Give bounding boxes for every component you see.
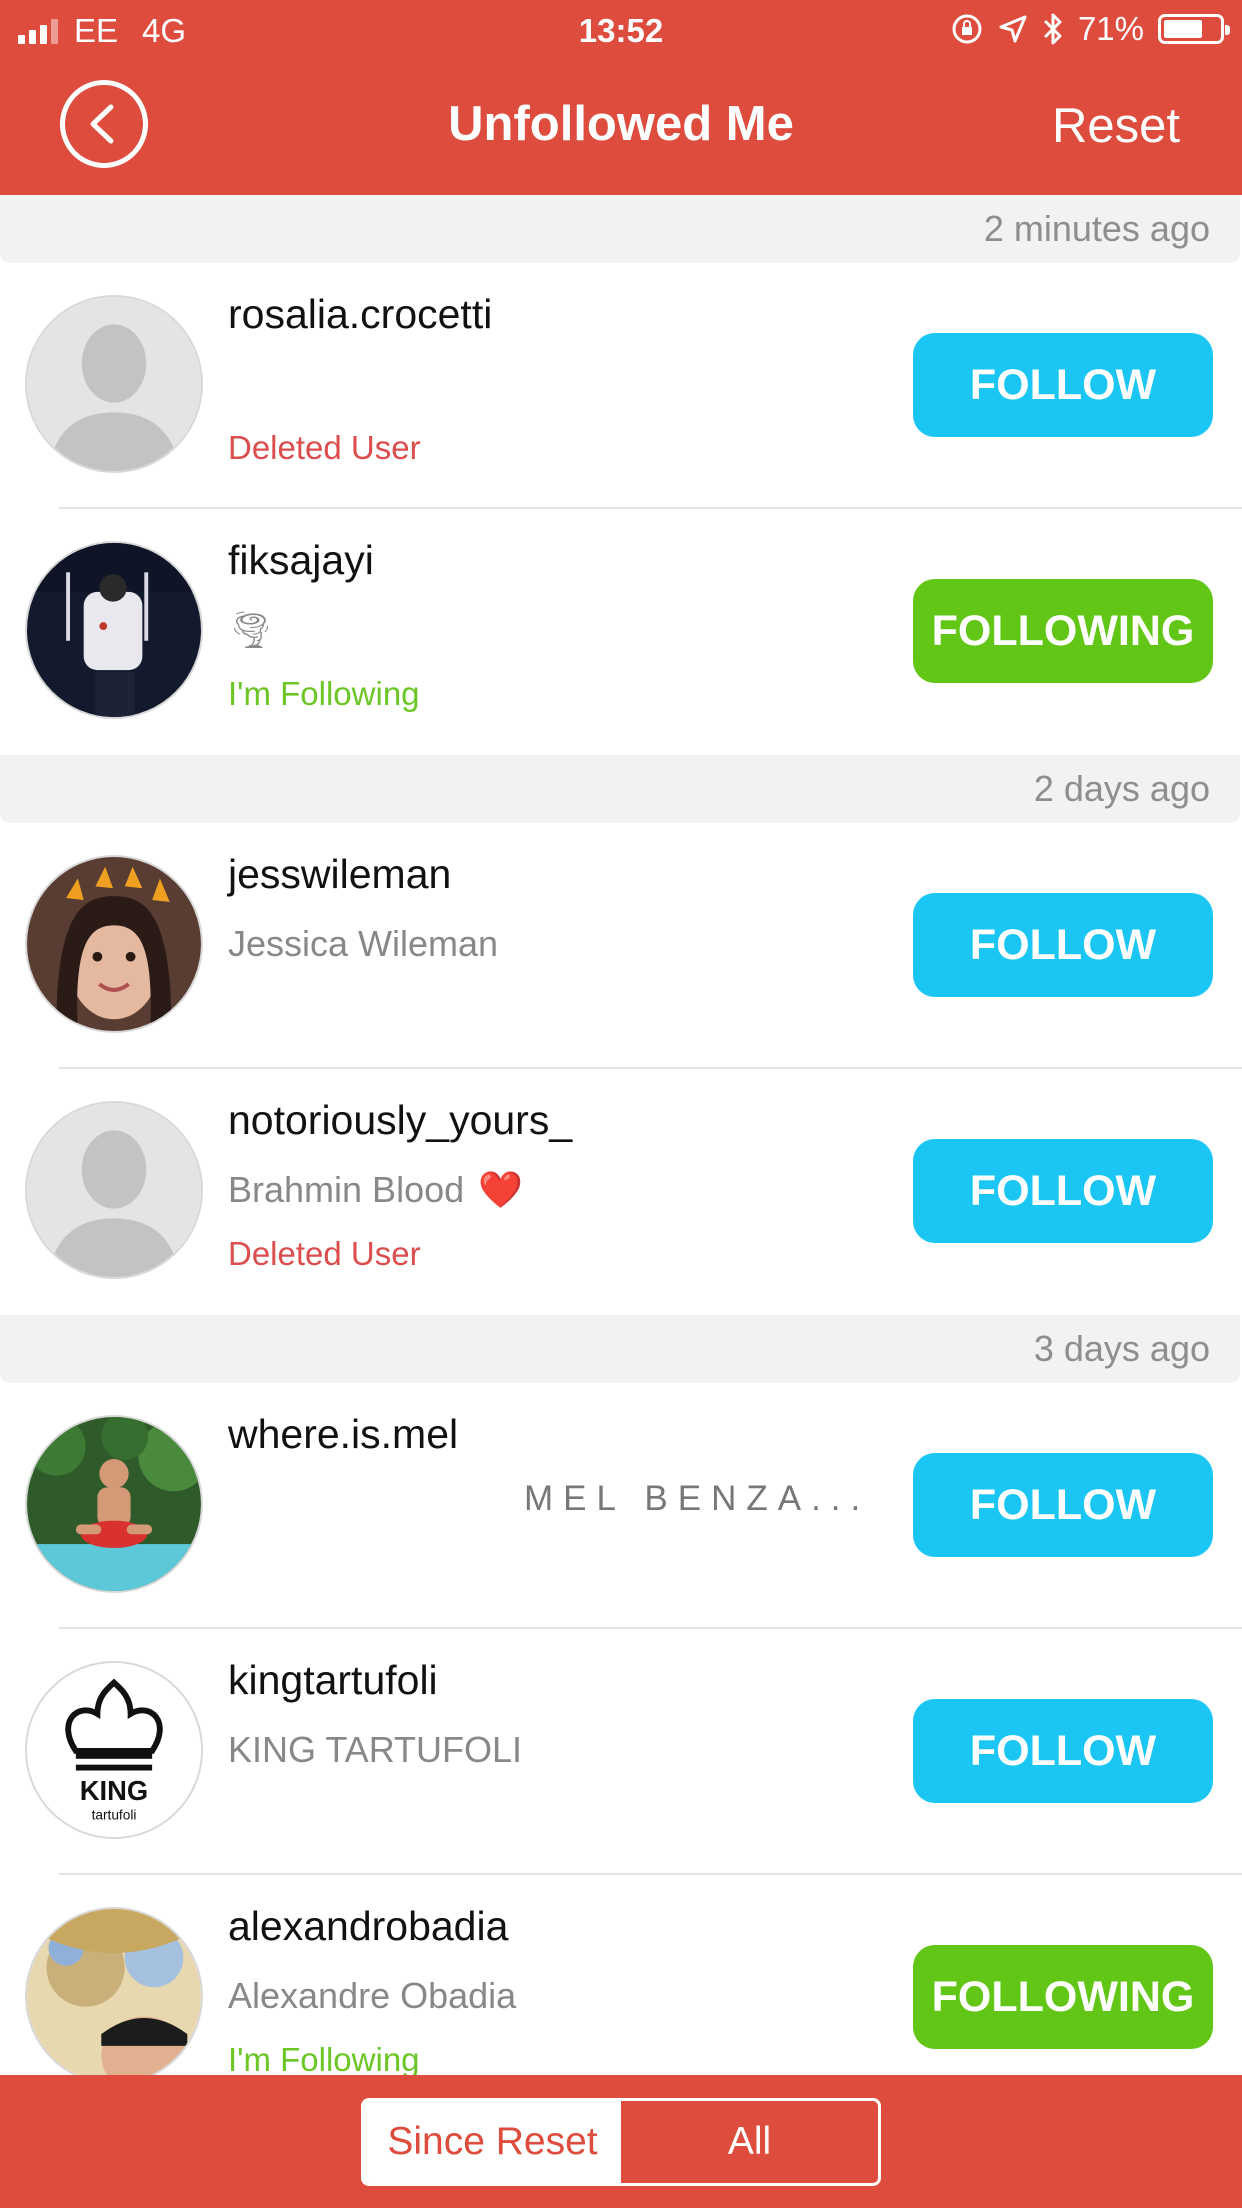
rotation-lock-icon (952, 14, 982, 44)
status-tag: Deleted User (228, 429, 421, 466)
username[interactable]: rosalia.crocetti (228, 291, 492, 338)
follow-button[interactable]: FOLLOW (913, 1453, 1213, 1557)
section-header: 3 days ago (0, 1315, 1240, 1383)
list-item[interactable]: fiksajayi 🌪 I'm Following FOLLOWING (0, 509, 1242, 755)
list-item[interactable]: notoriously_yours_ Brahmin Blood ❤️ Dele… (0, 1069, 1242, 1315)
avatar-logo[interactable]: KING tartufoli (25, 1661, 203, 1839)
following-button[interactable]: FOLLOWING (913, 1945, 1213, 2049)
username[interactable]: notoriously_yours_ (228, 1097, 572, 1144)
full-name: Brahmin Blood (228, 1169, 465, 1210)
heart-emoji: ❤️ (478, 1169, 523, 1210)
username[interactable]: fiksajayi (228, 537, 374, 584)
header-bar: EE 4G 13:52 71% Unfollowed Me Reset (0, 0, 1242, 195)
bottom-bar: Since Reset All (0, 2075, 1242, 2208)
status-tag: I'm Following (228, 2041, 420, 2078)
full-name: Alexandre Obadia (228, 1975, 517, 2016)
list-item[interactable]: jesswileman Jessica Wileman FOLLOW (0, 823, 1242, 1069)
avatar-placeholder[interactable] (25, 1101, 203, 1279)
reset-button[interactable]: Reset (1052, 98, 1180, 154)
battery-percent: 71% (1077, 10, 1144, 47)
section-header: 2 days ago (0, 755, 1240, 823)
tab-since-reset[interactable]: Since Reset (364, 2101, 621, 2183)
bluetooth-icon (1043, 13, 1062, 45)
full-name-row: Brahmin Blood ❤️ (228, 1169, 523, 1211)
unfollowers-list[interactable]: 2 minutes ago rosalia.crocetti Deleted U… (0, 195, 1242, 2121)
avatar[interactable] (25, 855, 203, 1033)
location-arrow-icon (999, 15, 1027, 43)
avatar[interactable] (25, 1907, 203, 2085)
battery-icon (1158, 14, 1230, 44)
list-item[interactable]: rosalia.crocetti Deleted User FOLLOW (0, 263, 1242, 509)
tab-all[interactable]: All (621, 2101, 878, 2183)
status-bar: EE 4G 13:52 71% (0, 0, 1242, 60)
avatar-placeholder[interactable] (25, 295, 203, 473)
list-item[interactable]: where.is.mel MEL BENZA... FOLLOW (0, 1383, 1242, 1629)
following-button[interactable]: FOLLOWING (913, 579, 1213, 683)
section-header: 2 minutes ago (0, 195, 1240, 263)
avatar[interactable] (25, 1415, 203, 1593)
username[interactable]: where.is.mel (228, 1411, 458, 1458)
username[interactable]: alexandrobadia (228, 1903, 508, 1950)
svg-text:tartufoli: tartufoli (92, 1807, 137, 1822)
list-item[interactable]: KING tartufoli kingtartufoli KING TARTUF… (0, 1629, 1242, 1875)
full-name: KING TARTUFOLI (228, 1729, 523, 1770)
svg-text:KING: KING (80, 1775, 148, 1806)
status-tag: Deleted User (228, 1235, 421, 1272)
avatar[interactable] (25, 541, 203, 719)
username[interactable]: jesswileman (228, 851, 451, 898)
follow-button[interactable]: FOLLOW (913, 893, 1213, 997)
full-name: MEL BENZA... (524, 1479, 871, 1518)
username[interactable]: kingtartufoli (228, 1657, 438, 1704)
tornado-emoji: 🌪 (228, 609, 274, 650)
full-name: Jessica Wileman (228, 923, 499, 964)
follow-button[interactable]: FOLLOW (913, 1699, 1213, 1803)
status-tag: I'm Following (228, 675, 420, 712)
segmented-control: Since Reset All (361, 2098, 881, 2186)
follow-button[interactable]: FOLLOW (913, 333, 1213, 437)
follow-button[interactable]: FOLLOW (913, 1139, 1213, 1243)
